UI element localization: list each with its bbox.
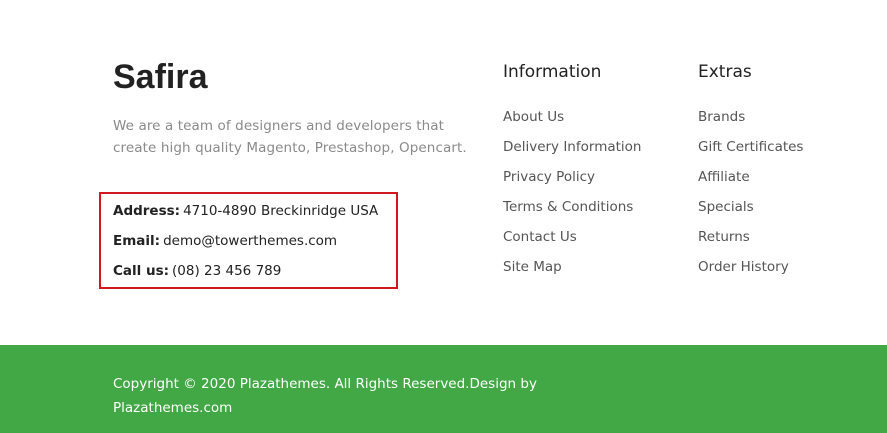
link-contact-us-text[interactable]: Contact Us — [503, 229, 577, 245]
link-returns: Returns — [698, 226, 803, 256]
link-order-history-text[interactable]: Order History — [698, 259, 789, 275]
address-line: Address: 4710-4890 Breckinridge USA — [113, 203, 378, 219]
address-value: 4710-4890 Breckinridge USA — [183, 203, 379, 219]
link-privacy-policy-text[interactable]: Privacy Policy — [503, 169, 595, 185]
phone-value[interactable]: (08) 23 456 789 — [172, 263, 281, 279]
link-specials: Specials — [698, 196, 803, 226]
email-label: Email: — [113, 233, 161, 249]
information-column: Information About Us Delivery Informatio… — [503, 60, 641, 286]
phone-label: Call us: — [113, 263, 170, 279]
logo[interactable]: Safira — [113, 57, 235, 95]
link-about-us-text[interactable]: About Us — [503, 109, 564, 125]
link-about-us: About Us — [503, 106, 641, 136]
link-contact-us: Contact Us — [503, 226, 641, 256]
extras-title: Extras — [698, 62, 752, 82]
link-specials-text[interactable]: Specials — [698, 199, 754, 215]
link-brands-text[interactable]: Brands — [698, 109, 745, 125]
link-gift-certificates: Gift Certificates — [698, 136, 803, 166]
email-value[interactable]: demo@towerthemes.com — [163, 233, 337, 249]
link-brands: Brands — [698, 106, 803, 136]
link-delivery-information: Delivery Information — [503, 136, 641, 166]
email-line: Email: demo@towerthemes.com — [113, 233, 337, 249]
information-links: About Us Delivery Information Privacy Po… — [503, 106, 641, 286]
link-terms-conditions: Terms & Conditions — [503, 196, 641, 226]
link-site-map-text[interactable]: Site Map — [503, 259, 562, 275]
address-label: Address: — [113, 203, 181, 219]
about-text: We are a team of designers and developer… — [113, 118, 467, 156]
safira-logo: Safira — [113, 58, 209, 95]
extras-links: Brands Gift Certificates Affiliate Speci… — [698, 106, 803, 286]
link-returns-text[interactable]: Returns — [698, 229, 750, 245]
footer-top: Safira We are a team of designers and de… — [0, 0, 887, 345]
link-privacy-policy: Privacy Policy — [503, 166, 641, 196]
link-delivery-information-text[interactable]: Delivery Information — [503, 139, 641, 155]
extras-column: Extras Brands Gift Certificates Affiliat… — [698, 60, 803, 286]
link-order-history: Order History — [698, 256, 803, 286]
information-title: Information — [503, 62, 602, 82]
link-affiliate: Affiliate — [698, 166, 803, 196]
link-gift-certificates-text[interactable]: Gift Certificates — [698, 139, 803, 155]
phone-line: Call us: (08) 23 456 789 — [113, 263, 281, 279]
link-terms-conditions-text[interactable]: Terms & Conditions — [503, 199, 633, 215]
footer-bottom: Copyright © 2020 Plazathemes. All Rights… — [0, 345, 887, 433]
copyright-text: Copyright © 2020 Plazathemes. All Rights… — [113, 376, 537, 416]
link-affiliate-text[interactable]: Affiliate — [698, 169, 750, 185]
link-site-map: Site Map — [503, 256, 641, 286]
logo-text: Safira — [113, 58, 209, 95]
